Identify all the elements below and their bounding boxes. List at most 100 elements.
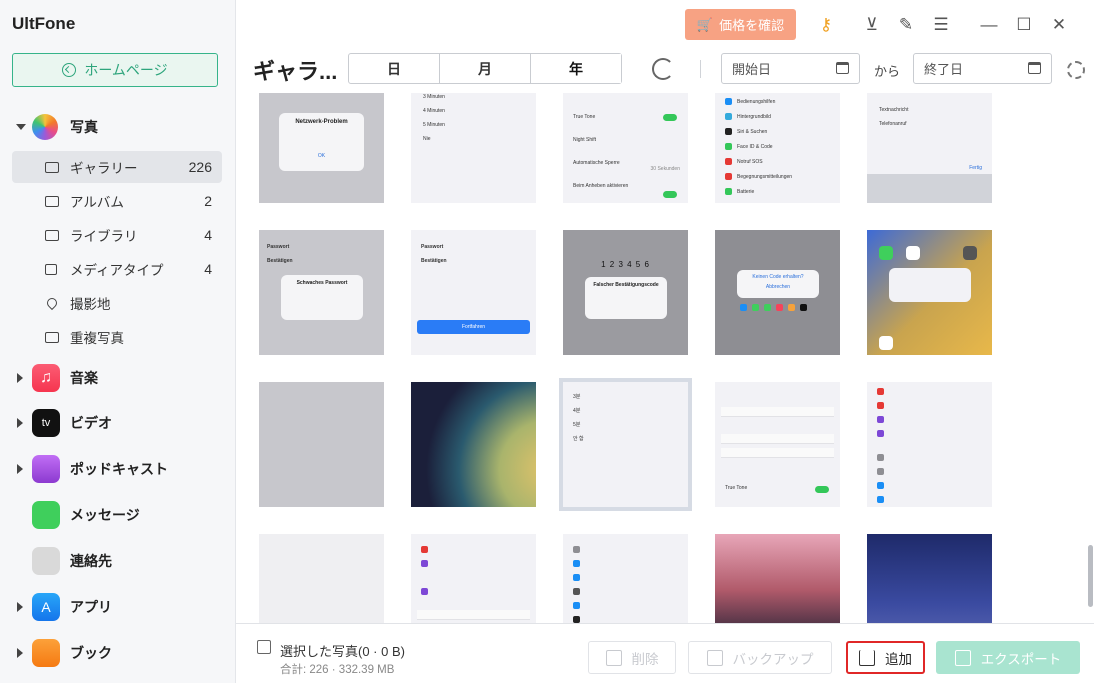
category-apps[interactable]: A アプリ: [0, 590, 235, 624]
settings-row-icon: [573, 560, 580, 567]
expand-arrow-icon[interactable]: [17, 648, 23, 658]
photo-thumbnail[interactable]: [715, 534, 840, 623]
books-app-icon: [32, 639, 60, 667]
check-price-label: 価格を確認: [719, 18, 785, 33]
tab-month[interactable]: 月: [440, 54, 531, 83]
settings-row-icon: [725, 158, 732, 165]
refresh-icon[interactable]: [652, 58, 674, 80]
thumb-text: True Tone: [573, 114, 596, 120]
home-button[interactable]: ホームページ: [12, 53, 218, 87]
maximize-icon[interactable]: ☐: [1014, 15, 1034, 35]
photo-thumbnail[interactable]: [411, 382, 536, 507]
photo-thumbnail[interactable]: True Tone Night Shift Automatische Sperr…: [563, 93, 688, 203]
photo-thumbnail[interactable]: [867, 534, 992, 623]
category-label: ブック: [70, 645, 112, 661]
category-label: 写真: [70, 119, 98, 135]
sidebar-item-location[interactable]: 撮影地: [12, 287, 222, 319]
close-icon[interactable]: ✕: [1049, 15, 1069, 35]
thumb-text: 3분: [573, 394, 581, 400]
minimize-icon[interactable]: —: [979, 15, 999, 35]
select-all-checkbox[interactable]: [257, 640, 271, 654]
expand-arrow-icon[interactable]: [17, 602, 23, 612]
category-podcasts[interactable]: ポッドキャスト: [0, 452, 235, 486]
expand-arrow-icon[interactable]: [17, 418, 23, 428]
backup-button[interactable]: バックアップ: [688, 641, 832, 674]
photo-thumbnail[interactable]: [867, 382, 992, 507]
import-icon: [859, 649, 875, 666]
tab-day[interactable]: 日: [349, 54, 440, 83]
expand-arrow-icon[interactable]: [17, 464, 23, 474]
sidebar-item-library[interactable]: ライブラリ 4: [12, 219, 222, 251]
thumb-text: Bestätigen: [267, 258, 293, 264]
grid-scrollbar[interactable]: [1088, 545, 1093, 607]
page-title: ギャラ...: [253, 59, 338, 84]
sidebar-item-media-type[interactable]: メディアタイプ 4: [12, 253, 222, 285]
photo-thumbnail[interactable]: True Tone: [715, 382, 840, 507]
category-messages[interactable]: メッセージ: [0, 498, 235, 532]
photo-thumbnail[interactable]: Keinen Code erhalten? Abbrechen: [715, 230, 840, 355]
bottom-action-bar: 選択した写真(0 · 0 B) 合計: 226 · 332.39 MB 削除 バ…: [236, 623, 1094, 684]
menu-icon[interactable]: ☰: [931, 15, 951, 35]
photo-thumbnail[interactable]: Bedienungshilfen Hintergrundbild Siri & …: [715, 93, 840, 203]
thumb-text: Falscher Bestätigungscode: [593, 282, 659, 288]
key-icon[interactable]: ⚷: [816, 15, 836, 35]
photos-app-icon: [32, 114, 58, 140]
duplicate-photos-icon: [45, 331, 59, 343]
photo-thumbnail[interactable]: [563, 534, 688, 623]
photo-thumbnail-selected[interactable]: 3분 4분 5분 안 함: [559, 378, 692, 511]
download-icon[interactable]: ⊻: [862, 15, 882, 35]
photo-thumbnail[interactable]: Netzwerk-Problem OK: [259, 93, 384, 203]
calendar-icon[interactable]: [1028, 62, 1041, 74]
photo-thumbnail[interactable]: 1 2 3 4 5 6 Falscher Bestätigungscode: [563, 230, 688, 355]
sidebar: UltFone ホームページ 写真 ギャラリー 226 アルバム 2 ライブラリ…: [0, 0, 236, 683]
photo-thumbnail[interactable]: 3 Minuten 4 Minuten 5 Minuten Nie: [411, 93, 536, 203]
check-price-button[interactable]: 🛒 価格を確認: [685, 9, 796, 40]
category-contacts[interactable]: 連絡先: [0, 544, 235, 578]
thumb-text: Bedienungshilfen: [737, 99, 776, 105]
settings-gear-icon[interactable]: [1067, 61, 1085, 79]
thumb-text: True Tone: [725, 485, 748, 491]
toggle-preview: [663, 114, 677, 121]
app-icon: [963, 246, 977, 260]
category-books[interactable]: ブック: [0, 636, 235, 670]
photo-thumbnail[interactable]: Textnachricht Telefonanruf Fertig: [867, 93, 992, 203]
thumb-text: Schwaches Passwort: [296, 280, 348, 286]
calendar-icon[interactable]: [836, 62, 849, 74]
category-video[interactable]: tv ビデオ: [0, 406, 235, 440]
thumb-text: Keinen Code erhalten?: [752, 274, 804, 280]
backup-icon: [706, 649, 723, 666]
photo-thumbnail[interactable]: Passwort Bestätigen Fortfahren: [411, 230, 536, 355]
photo-thumbnail[interactable]: [867, 230, 992, 355]
settings-row-icon: [725, 113, 732, 120]
export-button[interactable]: エクスポート: [936, 641, 1080, 674]
photo-thumbnail[interactable]: Passwort Bestätigen Schwaches Passwort: [259, 230, 384, 355]
tab-year[interactable]: 年: [531, 54, 621, 83]
sidebar-item-duplicates[interactable]: 重複写真: [12, 321, 222, 353]
add-button[interactable]: 追加: [846, 641, 925, 674]
expand-arrow-icon[interactable]: [16, 124, 26, 130]
photo-thumbnail[interactable]: [259, 382, 384, 507]
category-music[interactable]: ♫ 音楽: [0, 361, 235, 395]
thumb-text: Telefonanruf: [879, 121, 907, 127]
settings-row-icon: [877, 454, 884, 461]
settings-row: [417, 610, 530, 620]
feedback-edit-icon[interactable]: ✎: [896, 15, 916, 35]
category-photos[interactable]: 写真: [0, 110, 235, 144]
photo-thumbnail[interactable]: [411, 534, 536, 623]
settings-row-icon: [573, 616, 580, 623]
sidebar-item-gallery[interactable]: ギャラリー 226: [12, 151, 222, 183]
settings-row: [721, 448, 834, 458]
settings-row-icon: [421, 588, 428, 595]
toggle-preview: [815, 486, 829, 493]
location-pin-icon: [44, 295, 60, 311]
sidebar-item-album[interactable]: アルバム 2: [12, 185, 222, 217]
settings-row-icon: [877, 496, 884, 503]
sidebar-item-label: アルバム: [70, 195, 124, 210]
app-icon: [752, 304, 759, 311]
delete-button[interactable]: 削除: [588, 641, 676, 674]
photo-thumbnail[interactable]: [259, 534, 384, 623]
end-date-field[interactable]: 終了日: [913, 53, 1052, 84]
start-date-field[interactable]: 開始日: [721, 53, 860, 84]
cart-icon: 🛒: [696, 16, 714, 32]
expand-arrow-icon[interactable]: [17, 373, 23, 383]
